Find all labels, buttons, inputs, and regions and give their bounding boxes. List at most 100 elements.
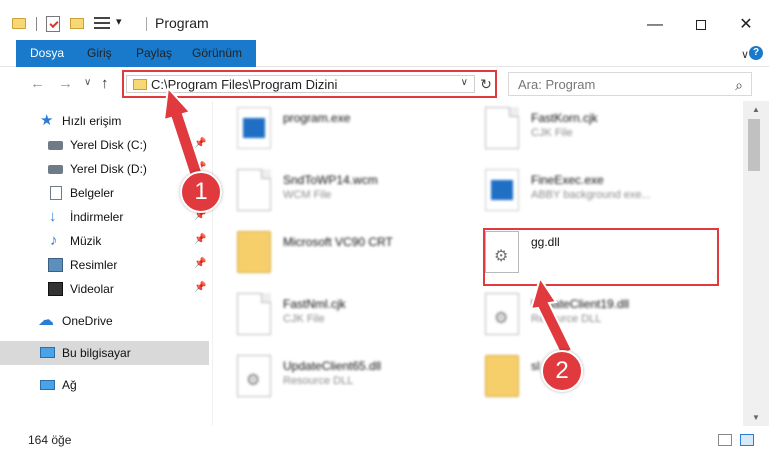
file-icon	[237, 293, 271, 335]
file-name: sl	[531, 359, 540, 373]
forward-button[interactable]: →	[58, 75, 73, 92]
file-item[interactable]: SndToWP14.wcm WCM File	[213, 163, 453, 219]
file-name: FineExec.exe	[531, 173, 604, 187]
sidebar-item-label: Müzik	[70, 234, 102, 248]
sidebar-item-documents[interactable]: Belgeler 📌	[0, 181, 209, 205]
file-name: UpdateClient19.dll	[531, 297, 630, 311]
sidebar-item-videos[interactable]: Videolar 📌	[0, 277, 209, 301]
file-item[interactable]: FastNml.cjk CJK File	[213, 287, 453, 343]
ribbon-expand-icon[interactable]: ∨	[741, 48, 749, 61]
music-icon: ♪	[50, 232, 58, 249]
up-button[interactable]: ↑	[101, 75, 109, 92]
gear-icon: ⚙	[246, 372, 261, 389]
pin-icon[interactable]: 📌	[194, 258, 206, 269]
pin-icon[interactable]: 📌	[194, 138, 206, 149]
file-name: FastNml.cjk	[283, 297, 346, 311]
star-icon: ★	[40, 112, 54, 129]
quick-access-dropdown[interactable]: ▾	[116, 15, 122, 28]
sidebar-item-label: Ağ	[62, 378, 77, 392]
scroll-up-icon[interactable]: ▲	[752, 105, 760, 114]
pictures-icon	[48, 258, 63, 272]
new-folder-icon[interactable]	[70, 18, 84, 29]
maximize-button[interactable]	[678, 10, 724, 40]
sidebar-item-label: OneDrive	[62, 314, 113, 328]
search-placeholder: Ara: Program	[518, 77, 596, 92]
file-item[interactable]: FineExec.exe ABBY background exe...	[461, 163, 701, 219]
sidebar-item-network[interactable]: Ağ	[0, 373, 209, 397]
recent-locations-button[interactable]: ∨	[84, 77, 91, 88]
search-icon[interactable]: ⌕	[735, 77, 743, 94]
sidebar-item-this-pc[interactable]: Bu bilgisayar	[0, 341, 209, 365]
tab-view[interactable]: Görünüm	[181, 40, 253, 67]
drive-icon	[48, 165, 63, 174]
view-options-icon[interactable]	[94, 16, 110, 30]
refresh-icon[interactable]: ↻	[478, 75, 494, 93]
ribbon: Dosya Giriş Paylaş Görünüm ∨ ?	[0, 40, 769, 96]
search-input[interactable]: Ara: Program ⌕	[508, 72, 752, 96]
folder-icon	[485, 355, 519, 397]
details-view-icon[interactable]	[718, 434, 732, 446]
document-icon	[50, 186, 62, 200]
sidebar-item-label: Resimler	[70, 258, 118, 272]
gg-dll-highlight	[483, 228, 719, 286]
sidebar-item-label: Hızlı erişim	[62, 114, 122, 128]
sidebar-item-downloads[interactable]: ↓ İndirmeler 📌	[0, 205, 209, 229]
address-bar[interactable]: C:\Program Files\Program Dizini ∨	[126, 75, 475, 93]
file-name: Microsoft VC90 CRT	[283, 235, 393, 249]
back-button[interactable]: ←	[30, 75, 45, 92]
sidebar-item-label: İndirmeler	[70, 210, 124, 224]
large-icons-view-icon[interactable]	[740, 434, 754, 446]
address-path[interactable]: C:\Program Files\Program Dizini	[151, 77, 337, 92]
help-icon[interactable]: ?	[749, 46, 763, 60]
sidebar-item-label: Belgeler	[70, 186, 115, 200]
sidebar-item-pictures[interactable]: Resimler 📌	[0, 253, 209, 277]
sidebar-item-local-disk-d[interactable]: Yerel Disk (D:) 📌	[0, 157, 209, 181]
sidebar-item-label: Yerel Disk (D:)	[70, 162, 147, 176]
address-dropdown-icon[interactable]: ∨	[461, 77, 468, 88]
properties-icon[interactable]	[46, 16, 60, 32]
drive-icon	[48, 141, 63, 150]
address-bar-highlight: C:\Program Files\Program Dizini ∨ ↻	[122, 70, 497, 98]
file-name: FastKorn.cjk	[531, 111, 598, 125]
sidebar-item-music[interactable]: ♪ Müzik 📌	[0, 229, 209, 253]
scroll-down-icon[interactable]: ▼	[752, 413, 760, 422]
file-item[interactable]: FastKorn.cjk CJK File	[461, 101, 701, 157]
file-type: Resource DLL	[531, 313, 602, 325]
folder-icon[interactable]	[12, 18, 26, 29]
folder-icon	[237, 231, 271, 273]
file-item[interactable]: ⚙ UpdateClient19.dll Resource DLL	[461, 287, 701, 343]
pin-icon[interactable]: 📌	[194, 234, 206, 245]
video-icon	[48, 282, 63, 296]
file-name: program.exe	[283, 111, 351, 125]
file-type: CJK File	[531, 127, 573, 139]
close-button[interactable]: ✕	[723, 10, 769, 40]
sidebar-item-label: Videolar	[70, 282, 114, 296]
sidebar-item-quick-access[interactable]: ★ Hızlı erişim	[0, 109, 209, 133]
file-item[interactable]: ⚙ UpdateClient65.dll Resource DLL	[213, 349, 453, 405]
file-item[interactable]: program.exe	[213, 101, 453, 157]
file-type: CJK File	[283, 313, 325, 325]
sidebar-item-local-disk-c[interactable]: Yerel Disk (C:) 📌	[0, 133, 209, 157]
file-item[interactable]: Microsoft VC90 CRT	[213, 225, 453, 281]
vertical-scrollbar[interactable]: ▲ ▼	[743, 101, 769, 426]
file-name: UpdateClient65.dll	[283, 359, 382, 373]
computer-icon	[40, 347, 55, 358]
pin-icon[interactable]: 📌	[194, 282, 206, 293]
sidebar-item-onedrive[interactable]: ☁ OneDrive	[0, 309, 209, 333]
gear-icon: ⚙	[494, 310, 509, 327]
status-bar: 164 öğe	[0, 426, 769, 463]
tab-home[interactable]: Giriş	[76, 40, 123, 67]
scroll-thumb[interactable]	[748, 119, 760, 171]
tab-share[interactable]: Paylaş	[125, 40, 183, 67]
cloud-icon: ☁	[38, 312, 54, 329]
dll-gear-icon: ⚙	[237, 355, 271, 397]
divider	[36, 17, 37, 31]
minimize-button[interactable]: —	[632, 10, 678, 40]
step-1-badge: 1	[180, 171, 222, 213]
item-count: 164 öğe	[28, 433, 72, 447]
program-icon	[237, 107, 271, 149]
divider	[146, 17, 147, 31]
download-icon: ↓	[49, 208, 57, 225]
file-type: ABBY background exe...	[531, 189, 651, 201]
navigation-bar: ← → ∨ ↑ C:\Program Files\Program Dizini …	[0, 67, 769, 101]
